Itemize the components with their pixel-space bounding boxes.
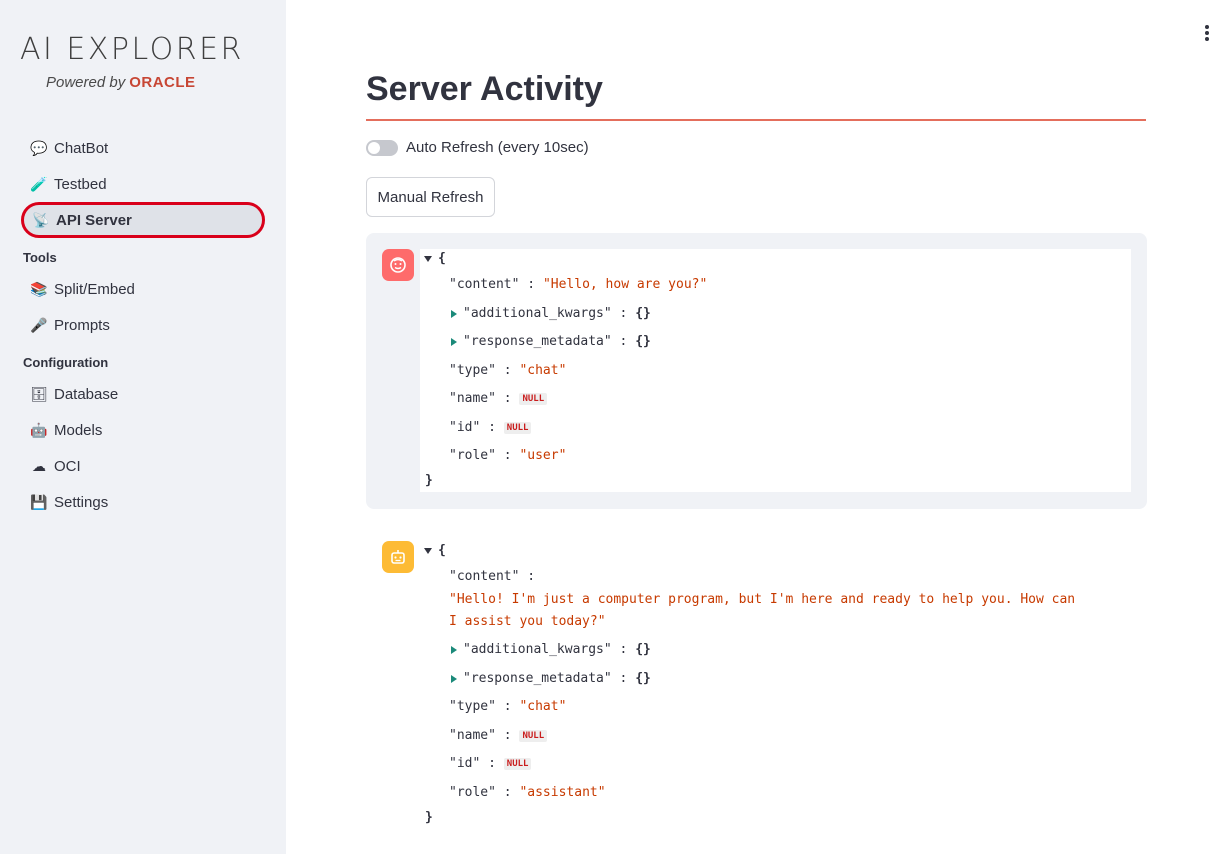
json-close-brace: } [425, 810, 433, 825]
sidebar-item-label: API Server [56, 211, 132, 229]
json-field-role: "role" : "assistant" [449, 785, 606, 800]
sidebar-item-settings[interactable]: 💾 Settings [22, 485, 264, 519]
more-vertical-icon-dot [1205, 37, 1209, 41]
sidebar: AI EXPLORER Powered by ORACLE 💬 ChatBot 🧪… [0, 0, 286, 854]
json-field-name: "name" : NULL [449, 728, 548, 743]
json-field-additional-kwargs[interactable]: "additional_kwargs" : {} [451, 642, 651, 657]
json-open-brace[interactable]: { [424, 251, 446, 266]
expand-triangle-icon[interactable] [451, 309, 457, 318]
sidebar-item-api-server[interactable]: 📡 API Server [21, 202, 265, 238]
configuration-section-label: Configuration [23, 355, 109, 370]
app-logo-subtitle: Powered by ORACLE [46, 74, 196, 91]
sidebar-item-models[interactable]: 🤖 Models [22, 413, 264, 447]
json-field-type: "type" : "chat" [449, 363, 567, 378]
sidebar-item-chatbot[interactable]: 💬 ChatBot [22, 131, 264, 165]
powered-by-label: Powered by [46, 74, 126, 91]
json-field-role: "role" : "user" [449, 448, 567, 463]
user-avatar [382, 249, 414, 281]
json-field-response-metadata[interactable]: "response_metadata" : {} [451, 671, 651, 686]
robot-face-icon [391, 550, 405, 564]
json-field-id: "id" : NULL [449, 756, 532, 771]
collapse-triangle-icon[interactable] [424, 255, 432, 262]
assistant-avatar [382, 541, 414, 573]
oracle-logo: ORACLE [129, 74, 196, 91]
sidebar-item-label: Database [54, 385, 119, 403]
auto-refresh-label: Auto Refresh (every 10sec) [406, 139, 589, 156]
expand-triangle-icon[interactable] [451, 337, 457, 346]
books-icon: 📚 [30, 280, 48, 297]
sidebar-item-label: Prompts [54, 316, 110, 334]
robot-icon: 🤖 [30, 421, 48, 438]
sidebar-item-testbed[interactable]: 🧪 Testbed [22, 167, 264, 201]
sidebar-item-oci[interactable]: ☁ OCI [22, 449, 264, 483]
json-field-name: "name" : NULL [449, 391, 548, 406]
microphone-icon: 🎤 [30, 316, 48, 333]
sidebar-item-label: OCI [54, 457, 81, 475]
sidebar-item-label: Testbed [54, 175, 107, 193]
json-content-value-line1: "Hello! I'm just a computer program, but… [449, 592, 1076, 607]
floppy-disk-icon: 💾 [30, 493, 48, 510]
json-field-id: "id" : NULL [449, 420, 532, 435]
json-field-response-metadata[interactable]: "response_metadata" : {} [451, 334, 651, 349]
collapse-triangle-icon[interactable] [424, 547, 432, 554]
auto-refresh-toggle-row[interactable]: Auto Refresh (every 10sec) [366, 139, 589, 156]
app-logo-title: AI EXPLORER [20, 32, 244, 67]
json-close-brace: } [425, 473, 433, 488]
page-title: Server Activity [366, 70, 603, 108]
json-content-value-line2: I assist you today?" [449, 614, 606, 629]
satellite-dish-icon: 📡 [32, 211, 50, 228]
sidebar-item-label: Split/Embed [54, 280, 135, 298]
title-divider [366, 119, 1146, 121]
expand-triangle-icon[interactable] [451, 645, 457, 654]
test-tube-icon: 🧪 [30, 175, 48, 192]
more-vertical-icon-dot [1205, 31, 1209, 35]
manual-refresh-button[interactable]: Manual Refresh [366, 177, 495, 217]
sidebar-item-prompts[interactable]: 🎤 Prompts [22, 308, 264, 342]
smiley-face-icon [390, 257, 406, 273]
auto-refresh-toggle[interactable] [366, 139, 398, 156]
file-cabinet-icon: 🗄 [30, 385, 48, 402]
sidebar-item-database[interactable]: 🗄 Database [22, 377, 264, 411]
sidebar-item-label: Settings [54, 493, 109, 511]
sidebar-item-label: ChatBot [54, 139, 109, 157]
speech-bubble-icon: 💬 [30, 139, 48, 156]
expand-triangle-icon[interactable] [451, 674, 457, 683]
json-field-type: "type" : "chat" [449, 699, 567, 714]
json-field-content: "content" : "Hello, how are you?" [449, 277, 708, 292]
json-field-additional-kwargs[interactable]: "additional_kwargs" : {} [451, 306, 651, 321]
json-open-brace[interactable]: { [424, 543, 446, 558]
cloud-icon: ☁ [32, 457, 46, 474]
json-field-content: "content" : [449, 569, 536, 584]
sidebar-item-label: Models [54, 421, 103, 439]
sidebar-item-split-embed[interactable]: 📚 Split/Embed [22, 272, 264, 306]
tools-section-label: Tools [23, 250, 57, 265]
main-menu-button[interactable] [1205, 25, 1209, 43]
more-vertical-icon [1205, 25, 1209, 29]
